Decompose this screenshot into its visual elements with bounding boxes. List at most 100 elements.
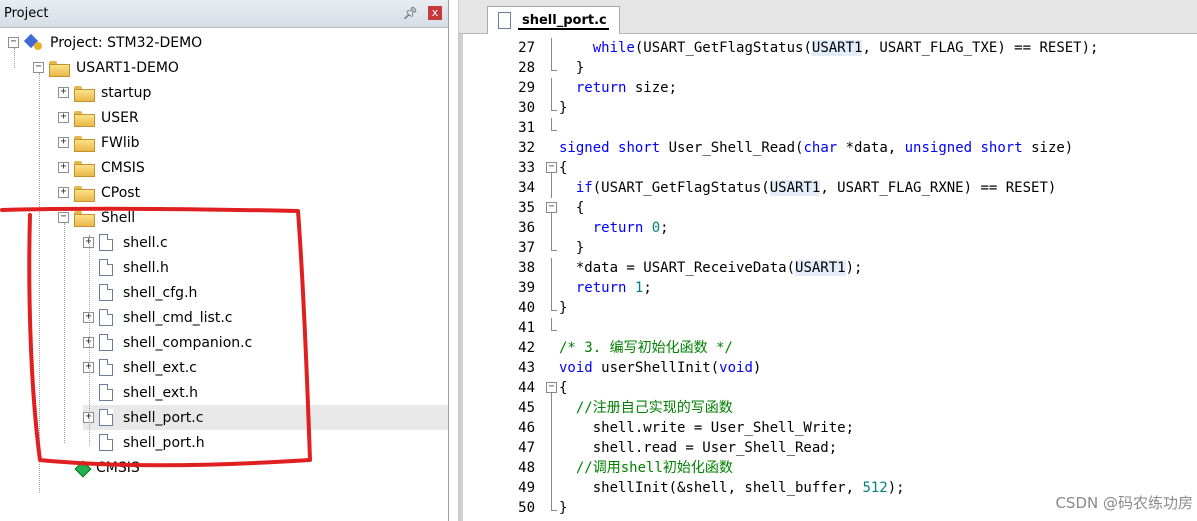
- fold-gutter[interactable]: −: [545, 198, 559, 218]
- project-panel-header: Project 📌︎ x: [0, 0, 448, 28]
- code-line[interactable]: 45 //注册自己实现的写函数: [463, 398, 1197, 418]
- tree-item-label: CMSIS: [101, 159, 145, 176]
- tree-item-startup[interactable]: + startup: [58, 80, 151, 105]
- line-number: 31: [518, 120, 535, 136]
- code-text: }: [559, 60, 585, 76]
- tree-item-shell-h[interactable]: shell.h: [83, 255, 169, 280]
- code-line[interactable]: 38 *data = USART_ReceiveData(USART1);: [463, 258, 1197, 278]
- code-text: void userShellInit(void): [559, 360, 762, 376]
- line-number: 29: [518, 80, 535, 96]
- tree-item-project-stm32-demo[interactable]: − Project: STM32-DEMO: [8, 30, 202, 55]
- code-line[interactable]: 41: [463, 318, 1197, 338]
- tree-item-shell-cmd-list-c[interactable]: + shell_cmd_list.c: [83, 305, 233, 330]
- pin-icon[interactable]: 📌︎: [403, 6, 418, 20]
- code-line[interactable]: 30}: [463, 98, 1197, 118]
- code-line[interactable]: 39 return 1;: [463, 278, 1197, 298]
- code-text: //注册自己实现的写函数: [575, 400, 733, 416]
- code-line[interactable]: 29 return size;: [463, 78, 1197, 98]
- fold-gutter: [545, 498, 559, 518]
- tree-item-label: Shell: [101, 209, 136, 226]
- expand-icon[interactable]: +: [58, 112, 69, 123]
- code-line[interactable]: 48 //调用shell初始化函数: [463, 458, 1197, 478]
- code-area[interactable]: 27 while(USART_GetFlagStatus(USART1, USA…: [463, 38, 1197, 521]
- code-line[interactable]: 35− {: [463, 198, 1197, 218]
- code-line[interactable]: 40}: [463, 298, 1197, 318]
- line-number: 50: [518, 500, 535, 516]
- collapse-icon[interactable]: −: [33, 62, 44, 73]
- code-line[interactable]: 28 }: [463, 58, 1197, 78]
- folder-icon: [74, 110, 95, 127]
- code-line[interactable]: 34 if(USART_GetFlagStatus(USART1, USART_…: [463, 178, 1197, 198]
- tree-item-shell[interactable]: − Shell: [58, 205, 135, 230]
- project-panel: Project 📌︎ x − Project: STM32-DEMO − USART1…: [0, 0, 449, 521]
- tree-item-label: shell_port.c: [123, 409, 204, 426]
- fold-gutter: [545, 238, 559, 258]
- code-line[interactable]: 36 return 0;: [463, 218, 1197, 238]
- file-icon: [99, 334, 113, 351]
- fold-gutter: [545, 478, 559, 498]
- code-text: return 1;: [575, 280, 652, 296]
- expand-icon[interactable]: +: [58, 137, 69, 148]
- tree-item-shell-c[interactable]: + shell.c: [83, 230, 168, 255]
- tree-item-shell-port-c[interactable]: + shell_port.c: [83, 405, 448, 430]
- tree-item-shell-cfg-h[interactable]: shell_cfg.h: [83, 280, 197, 305]
- fold-gutter: [545, 298, 559, 318]
- code-text: }: [559, 300, 568, 316]
- expand-icon[interactable]: +: [58, 162, 69, 173]
- fold-gutter: [545, 58, 559, 78]
- expand-icon[interactable]: +: [58, 87, 69, 98]
- line-number: 38: [518, 260, 535, 276]
- fold-gutter: [545, 338, 559, 358]
- tree-item-fwlib[interactable]: + FWlib: [58, 130, 140, 155]
- line-number: 42: [518, 340, 535, 356]
- code-line[interactable]: 43 void userShellInit(void): [463, 358, 1197, 378]
- target-folder-icon: [49, 60, 70, 77]
- tree-item-label: shell.h: [123, 259, 169, 276]
- file-icon: [99, 284, 113, 301]
- line-number: 28: [518, 60, 535, 76]
- expand-icon[interactable]: +: [58, 187, 69, 198]
- code-line[interactable]: 32 signed short User_Shell_Read(char *dat…: [463, 138, 1197, 158]
- code-text: }: [559, 100, 568, 116]
- code-line[interactable]: 37 }: [463, 238, 1197, 258]
- tree-item-usart1-demo[interactable]: − USART1-DEMO: [33, 55, 179, 80]
- tree-item-cmsis[interactable]: CMSIS: [58, 455, 140, 480]
- collapse-icon[interactable]: −: [58, 212, 69, 223]
- code-line[interactable]: 42 /* 3. 编写初始化函数 */: [463, 338, 1197, 358]
- tab-shell-port-c[interactable]: shell_port.c: [487, 6, 620, 34]
- line-number: 43: [518, 360, 535, 376]
- file-icon: [99, 434, 113, 451]
- code-line[interactable]: 27 while(USART_GetFlagStatus(USART1, USA…: [463, 38, 1197, 58]
- tree-item-cmsis[interactable]: + CMSIS: [58, 155, 145, 180]
- line-number: 30: [518, 100, 535, 116]
- tree-item-label: shell_ext.h: [123, 384, 199, 401]
- line-number: 33: [518, 160, 535, 176]
- code-line[interactable]: 47 shell.read = User_Shell_Read;: [463, 438, 1197, 458]
- tree-item-shell-ext-c[interactable]: + shell_ext.c: [83, 355, 197, 380]
- fold-gutter[interactable]: −: [545, 378, 559, 398]
- code-line[interactable]: 33−{: [463, 158, 1197, 178]
- tree-item-label: shell_cmd_list.c: [123, 309, 233, 326]
- tree-item-label: startup: [101, 84, 152, 101]
- line-number: 48: [518, 460, 535, 476]
- fold-gutter[interactable]: −: [545, 158, 559, 178]
- folder-icon: [74, 185, 95, 202]
- line-number: 45: [518, 400, 535, 416]
- tree-item-shell-port-h[interactable]: shell_port.h: [83, 430, 205, 455]
- close-icon[interactable]: x: [428, 6, 442, 20]
- open-folder-icon: [74, 210, 95, 227]
- code-text: return 0;: [592, 220, 669, 236]
- tree-item-shell-companion-c[interactable]: + shell_companion.c: [83, 330, 252, 355]
- tree-item-user[interactable]: + USER: [58, 105, 139, 130]
- code-line[interactable]: 44−{: [463, 378, 1197, 398]
- tree-item-cpost[interactable]: + CPost: [58, 180, 140, 205]
- code-text: {: [559, 380, 568, 396]
- fold-gutter: [545, 218, 559, 238]
- collapse-icon[interactable]: −: [8, 37, 19, 48]
- tree-item-label: CPost: [101, 184, 141, 201]
- code-line[interactable]: 31: [463, 118, 1197, 138]
- line-number: 40: [518, 300, 535, 316]
- line-number: 27: [518, 40, 535, 56]
- code-line[interactable]: 46 shell.write = User_Shell_Write;: [463, 418, 1197, 438]
- tree-item-shell-ext-h[interactable]: shell_ext.h: [83, 380, 198, 405]
